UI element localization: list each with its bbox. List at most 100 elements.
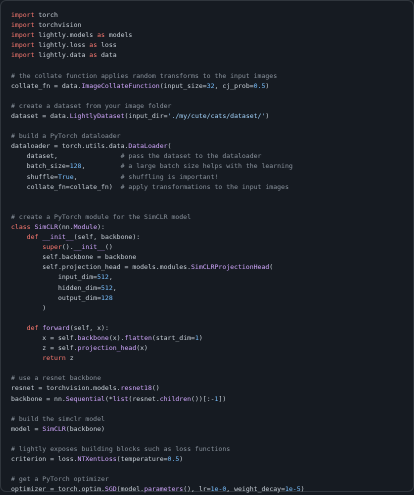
code-function: SimCLR	[34, 222, 58, 231]
code-text: ()	[151, 384, 160, 393]
code-line: optimizer = torch.optim.SGD(model.parame…	[11, 484, 407, 494]
code-text: lightly.models	[34, 31, 98, 40]
code-line: dataloader = torch.utils.data.DataLoader…	[11, 141, 407, 151]
code-line: # use a resnet backbone	[11, 373, 407, 383]
code-text: loss	[97, 41, 117, 50]
code-line: collate_fn = data.ImageCollateFunction(i…	[11, 81, 407, 91]
code-function: ImageCollateFunction	[81, 81, 160, 90]
code-text: resnet = torchvision.models.	[11, 384, 121, 393]
code-text: backbone = nn.	[11, 394, 66, 403]
code-text: (self, x):	[69, 323, 109, 332]
code-line: def forward(self, x):	[11, 323, 407, 333]
code-text: )	[300, 485, 305, 494]
code-keyword: def	[26, 323, 39, 332]
code-text: (resnet.	[128, 394, 160, 403]
code-line: import lightly.models as models	[11, 30, 407, 40]
code-comment: # a large batch size helps with the lear…	[120, 162, 293, 171]
code-number: True	[57, 172, 74, 181]
code-text: (start_dim=	[151, 334, 195, 342]
code-line: # lightly exposes building blocks such a…	[11, 444, 407, 454]
code-text: )	[179, 455, 184, 464]
code-line: import torchvision	[11, 20, 407, 30]
code-function: resnet18	[120, 384, 152, 393]
code-keyword: as	[89, 51, 98, 60]
code-text: batch_size=	[11, 162, 70, 171]
code-text: , cj_prob=	[214, 81, 254, 90]
code-line: import torch	[11, 10, 407, 20]
code-keyword: import	[11, 51, 35, 60]
code-line: # build a PyTorch dataloader	[11, 131, 407, 141]
code-number: 0.5	[253, 81, 266, 90]
code-line: shuffle=True, # shuffling is important!	[11, 172, 407, 182]
code-text: shuffle=	[11, 172, 58, 181]
code-text: dataloader = torch.utils.data.	[11, 142, 129, 151]
code-line: return z	[11, 353, 407, 363]
code-text: z	[65, 354, 74, 363]
code-keyword: return	[42, 354, 66, 363]
code-string: './my/cute/cats/dataset/'	[167, 111, 266, 120]
code-text: )	[265, 111, 270, 120]
code-keyword: super	[42, 243, 62, 252]
code-text: torchvision	[34, 21, 82, 30]
code-line: collate_fn=collate_fn) # apply transform…	[11, 182, 407, 192]
code-number: 0.5	[167, 455, 180, 464]
code-text: z = self.	[11, 344, 78, 353]
code-text: ().	[61, 243, 74, 252]
code-text: output_dim=	[11, 293, 102, 302]
code-line: z = self.projection_head(x)	[11, 343, 407, 353]
code-function: __init__	[73, 243, 105, 252]
code-line: x = self.backbone(x).flatten(start_dim=1…	[11, 333, 407, 343]
code-text: (model.	[116, 485, 145, 494]
code-text: )	[198, 334, 203, 342]
code-text: (x)	[136, 344, 148, 353]
code-block: import torch import torchvision import lig…	[0, 0, 414, 494]
code-text: , weight_decay=	[226, 485, 285, 494]
code-text: model =	[11, 424, 43, 433]
code-line: import lightly.loss as loss	[11, 40, 407, 50]
code-line: backbone = nn.Sequential(*list(resnet.ch…	[11, 394, 407, 404]
code-comment: # create a dataset from your image folde…	[11, 101, 172, 110]
code-text: (input_size=	[159, 81, 207, 90]
code-comment: # get a PyTorch optimizer	[11, 475, 109, 484]
code-keyword: import	[11, 21, 35, 30]
code-keyword: as	[97, 31, 105, 40]
code-line: batch_size=128, # a large batch size hel…	[11, 161, 407, 171]
code-comment: # pass the dataset to the dataloader	[120, 152, 262, 161]
code-function: projection_head	[77, 344, 137, 353]
code-text: ,	[112, 283, 117, 292]
code-line: resnet = torchvision.models.resnet18()	[11, 383, 407, 393]
code-keyword: as	[89, 41, 98, 50]
code-comment: # shuffling is important!	[120, 172, 219, 181]
code-text: collate_fn = data.	[11, 81, 82, 90]
code-text: ()	[104, 243, 113, 252]
code-text: ):	[97, 222, 105, 231]
code-line: self.projection_head = models.modules.Si…	[11, 262, 407, 272]
code-function: NTXentLoss	[77, 455, 117, 464]
code-number: 1e-0	[210, 485, 227, 494]
code-line: def __init__(self, backbone):	[11, 232, 407, 242]
code-comment: # build a PyTorch dataloader	[11, 132, 121, 141]
code-line: class SimCLR(nn.Module):	[11, 222, 407, 232]
code-function: Module	[73, 222, 98, 231]
code-keyword: import	[11, 11, 35, 19]
code-text: dataset = data.	[11, 111, 70, 120]
code-number: 32	[206, 81, 215, 90]
code-function: SGD	[104, 485, 117, 494]
code-text: x = self.	[11, 334, 78, 342]
code-text: models	[104, 31, 133, 40]
code-comment: # build the simclr model	[11, 414, 105, 423]
code-text: (temperature=	[116, 455, 168, 464]
code-comment: # use a resnet backbone	[11, 374, 102, 383]
code-number: 1e-5	[284, 485, 301, 494]
code-text: collate_fn=collate_fn)	[11, 182, 121, 191]
code-line: self.backbone = backbone	[11, 252, 407, 262]
